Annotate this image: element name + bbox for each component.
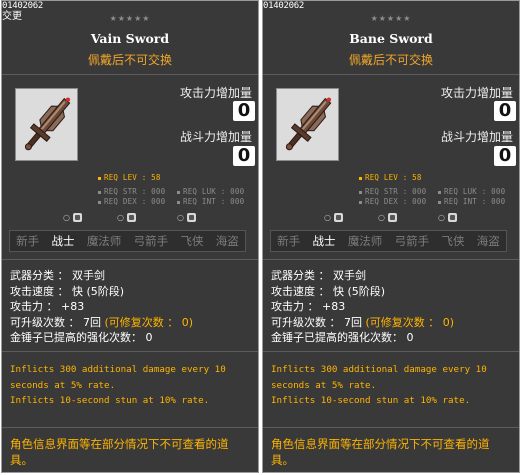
job-tab-3[interactable]: 弓箭手 xyxy=(395,233,430,249)
job-tab-1[interactable]: 战士 xyxy=(312,233,335,249)
req-icon-3: ○ xyxy=(177,211,196,223)
req-int: REQ INT : 000 xyxy=(177,197,244,206)
req-str: REQ STR : 000 xyxy=(359,187,426,196)
item-tooltip-panel: 01402062 交更 ★★★★★ Vain Sword 佩戴后不可交换 攻击力… xyxy=(1,0,259,473)
job-filter-bar: 新手 战士 魔法师 弓箭手 飞侠 海盗 xyxy=(9,230,246,252)
req-icon-1: ○ xyxy=(63,211,82,223)
job-tab-0[interactable]: 新手 xyxy=(277,233,300,249)
req-dex: REQ DEX : 000 xyxy=(98,197,165,206)
hammer-count: 金锤子已提高的强化次数： 0 xyxy=(10,331,153,344)
trade-restriction: 佩戴后不可交换 xyxy=(87,53,172,67)
attack-speed: 攻击速度 ： 快 (5阶段) xyxy=(271,284,386,298)
upgrade-slots: 可升级次数 ： 7回 (可修复次数 ： 0) xyxy=(10,315,194,329)
req-luk: REQ LUK : 000 xyxy=(438,187,505,196)
item-note: 角色信息界面等在部分情况下不可查看的道具。 xyxy=(271,437,490,467)
job-tab-4[interactable]: 飞侠 xyxy=(180,233,203,249)
item-description: Inflicts 300 additional damage every 10 … xyxy=(271,364,487,406)
divider xyxy=(2,74,258,75)
divider xyxy=(2,427,258,428)
req-str: REQ STR : 000 xyxy=(98,187,165,196)
trade-restriction: 佩戴后不可交换 xyxy=(348,53,433,67)
job-tab-5[interactable]: 海盗 xyxy=(477,233,500,249)
divider xyxy=(2,351,258,352)
divider xyxy=(263,351,519,352)
item-note: 角色信息界面等在部分情况下不可查看的道具。 xyxy=(10,437,229,467)
req-level: REQ LEV : 58 xyxy=(98,173,161,182)
item-stats: 武器分类 ： 双手剑 攻击速度 ： 快 (5阶段) 攻击力 ： +83 可升级次… xyxy=(10,268,193,346)
attack-increase-label: 攻击力增加量 xyxy=(440,86,513,100)
item-id: 01402062 xyxy=(2,1,43,11)
attack-increase-value: 0 xyxy=(233,101,255,121)
req-icon-3: ○ xyxy=(438,211,457,223)
combat-increase-value: 0 xyxy=(233,146,255,166)
weapon-category: 武器分类 ： 双手剑 xyxy=(271,269,366,282)
job-tab-1[interactable]: 战士 xyxy=(51,233,74,249)
attack-power: 攻击力 ： +83 xyxy=(10,300,85,313)
hammer-count: 金锤子已提高的强化次数： 0 xyxy=(271,331,414,344)
req-int: REQ INT : 000 xyxy=(438,197,505,206)
gender-icon xyxy=(447,212,457,222)
weapon-category: 武器分类 ： 双手剑 xyxy=(10,269,105,282)
req-level: REQ LEV : 58 xyxy=(359,173,422,182)
divider xyxy=(263,74,519,75)
job-tab-2[interactable]: 魔法师 xyxy=(348,233,383,249)
star-rating: ★★★★★ xyxy=(109,14,151,23)
item-icon-frame xyxy=(15,88,78,161)
gender-icon xyxy=(72,212,82,222)
job-tab-4[interactable]: 飞侠 xyxy=(441,233,464,249)
item-id: 01402062 xyxy=(263,1,304,11)
gender-icon xyxy=(333,212,343,222)
job-tab-5[interactable]: 海盗 xyxy=(216,233,239,249)
item-stats: 武器分类 ： 双手剑 攻击速度 ： 快 (5阶段) 攻击力 ： +83 可升级次… xyxy=(271,268,454,346)
item-name: Vain Sword xyxy=(90,31,170,46)
star-rating: ★★★★★ xyxy=(370,14,412,23)
req-icon-2: ○ xyxy=(117,211,136,223)
job-tab-2[interactable]: 魔法师 xyxy=(87,233,122,249)
item-icon-frame xyxy=(276,88,339,161)
gender-icon xyxy=(126,212,136,222)
item-tooltip-panel: 01402062 ★★★★★ Bane Sword 佩戴后不可交换 攻击力增加量… xyxy=(262,0,520,473)
job-tab-0[interactable]: 新手 xyxy=(16,233,39,249)
combat-increase-label: 战斗力增加量 xyxy=(440,130,513,144)
req-luk: REQ LUK : 000 xyxy=(177,187,244,196)
attack-increase-value: 0 xyxy=(494,101,516,121)
job-filter-bar: 新手 战士 魔法师 弓箭手 飞侠 海盗 xyxy=(270,230,507,252)
job-tab-3[interactable]: 弓箭手 xyxy=(134,233,169,249)
gender-icon xyxy=(186,212,196,222)
attack-speed: 攻击速度 ： 快 (5阶段) xyxy=(10,284,125,298)
gender-icon xyxy=(387,212,397,222)
divider xyxy=(263,259,519,260)
upgrade-slots: 可升级次数 ： 7回 (可修复次数 ： 0) xyxy=(271,315,455,329)
attack-power: 攻击力 ： +83 xyxy=(271,300,346,313)
req-icon-2: ○ xyxy=(378,211,397,223)
item-description: Inflicts 300 additional damage every 10 … xyxy=(10,364,226,406)
combat-increase-value: 0 xyxy=(494,146,516,166)
req-dex: REQ DEX : 000 xyxy=(359,197,426,206)
attack-increase-label: 攻击力增加量 xyxy=(179,86,252,100)
divider xyxy=(2,259,258,260)
req-icon-1: ○ xyxy=(324,211,343,223)
combat-increase-label: 战斗力增加量 xyxy=(179,130,252,144)
divider xyxy=(263,427,519,428)
item-name: Bane Sword xyxy=(349,31,433,46)
